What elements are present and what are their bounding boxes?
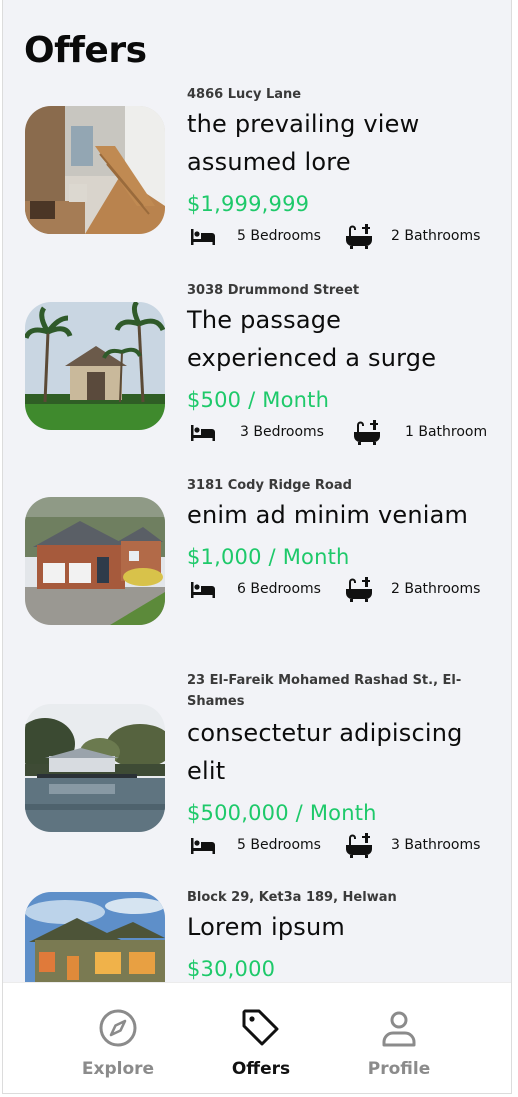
bottom-tab-bar: Explore Offers Profile — [3, 982, 511, 1093]
tab-explore[interactable]: Explore — [58, 1007, 178, 1079]
tag-icon — [240, 1007, 282, 1049]
bedrooms-count: 5 Bedrooms — [237, 837, 321, 853]
bathtub-icon — [345, 576, 373, 602]
bed-icon — [189, 576, 217, 602]
bedrooms-feature: 5 Bedrooms — [189, 832, 321, 858]
bedrooms-count: 5 Bedrooms — [237, 228, 321, 244]
bathrooms-count: 2 Bathrooms — [391, 581, 481, 597]
palm-tree-villa-photo[interactable] — [25, 302, 165, 430]
tab-profile[interactable]: Profile — [339, 1007, 459, 1079]
bedrooms-feature: 5 Bedrooms — [189, 223, 321, 249]
bathrooms-count: 1 Bathroom — [405, 424, 488, 440]
listing-features: 6 Bedrooms 2 Bathrooms — [187, 576, 487, 606]
listing-features: 5 Bedrooms 2 Bathrooms — [187, 223, 487, 253]
compass-icon — [97, 1007, 139, 1049]
bedrooms-feature: 3 Bedrooms — [189, 419, 324, 445]
listing-title: enim ad minim veniam — [187, 501, 469, 529]
listing-features: 3 Bedrooms 1 Bathroom — [187, 419, 487, 449]
bathtub-icon — [345, 832, 373, 858]
bathrooms-feature: 1 Bathroom — [353, 419, 487, 445]
bed-icon — [189, 832, 217, 858]
offers-screen: Offers 4866 Lucy Lane the prevailing vie… — [2, 0, 512, 1094]
user-icon — [378, 1007, 420, 1049]
listing-price: $500,000 / Month — [187, 801, 377, 825]
listing-card[interactable]: 3038 Drummond Street The passage experie… — [3, 280, 511, 470]
lake-house-photo[interactable] — [25, 704, 165, 832]
tab-offers[interactable]: Offers — [201, 1007, 321, 1079]
page-title: Offers — [24, 30, 147, 71]
bed-icon — [189, 223, 217, 249]
listing-price: $500 / Month — [187, 388, 330, 412]
bathrooms-count: 3 Bathrooms — [391, 837, 481, 853]
bathtub-icon — [345, 223, 373, 249]
bathtub-icon — [353, 419, 381, 445]
tab-profile-label: Profile — [367, 1059, 431, 1079]
bathrooms-feature: 2 Bathrooms — [345, 576, 480, 602]
listing-card[interactable]: 23 El-Fareik Mohamed Rashad St., El-Sham… — [3, 670, 511, 860]
bed-icon — [189, 419, 217, 445]
listing-card[interactable]: 3181 Cody Ridge Road enim ad minim venia… — [3, 475, 511, 665]
listing-address: 23 El-Fareik Mohamed Rashad St., El-Sham… — [187, 673, 462, 709]
tab-explore-label: Explore — [81, 1059, 155, 1079]
bathrooms-feature: 2 Bathrooms — [345, 223, 480, 249]
listing-address: 3038 Drummond Street — [187, 283, 360, 298]
listing-features: 5 Bedrooms 3 Bathrooms — [187, 832, 487, 862]
bedrooms-count: 3 Bedrooms — [240, 424, 324, 440]
listing-price: $1,000 / Month — [187, 545, 350, 569]
interior-staircase-photo[interactable] — [25, 106, 165, 234]
listing-title: the prevailing view assumed lore — [187, 110, 420, 176]
listing-card[interactable]: 4866 Lucy Lane the prevailing view assum… — [3, 84, 511, 274]
listing-address: Block 29, Ket3a 189, Helwan — [187, 890, 397, 905]
listing-address: 3181 Cody Ridge Road — [187, 478, 352, 493]
brick-house-photo[interactable] — [25, 497, 165, 625]
bathrooms-count: 2 Bathrooms — [391, 228, 481, 244]
listing-price: $30,000 — [187, 957, 276, 981]
listing-title: The passage experienced a surge — [187, 306, 437, 372]
listing-title: Lorem ipsum — [187, 913, 345, 941]
tab-offers-label: Offers — [231, 1059, 291, 1079]
listing-address: 4866 Lucy Lane — [187, 87, 302, 102]
listing-title: consectetur adipiscing elit — [187, 719, 463, 785]
listing-price: $1,999,999 — [187, 192, 310, 216]
bedrooms-count: 6 Bedrooms — [237, 581, 321, 597]
bathrooms-feature: 3 Bathrooms — [345, 832, 480, 858]
bedrooms-feature: 6 Bedrooms — [189, 576, 321, 602]
